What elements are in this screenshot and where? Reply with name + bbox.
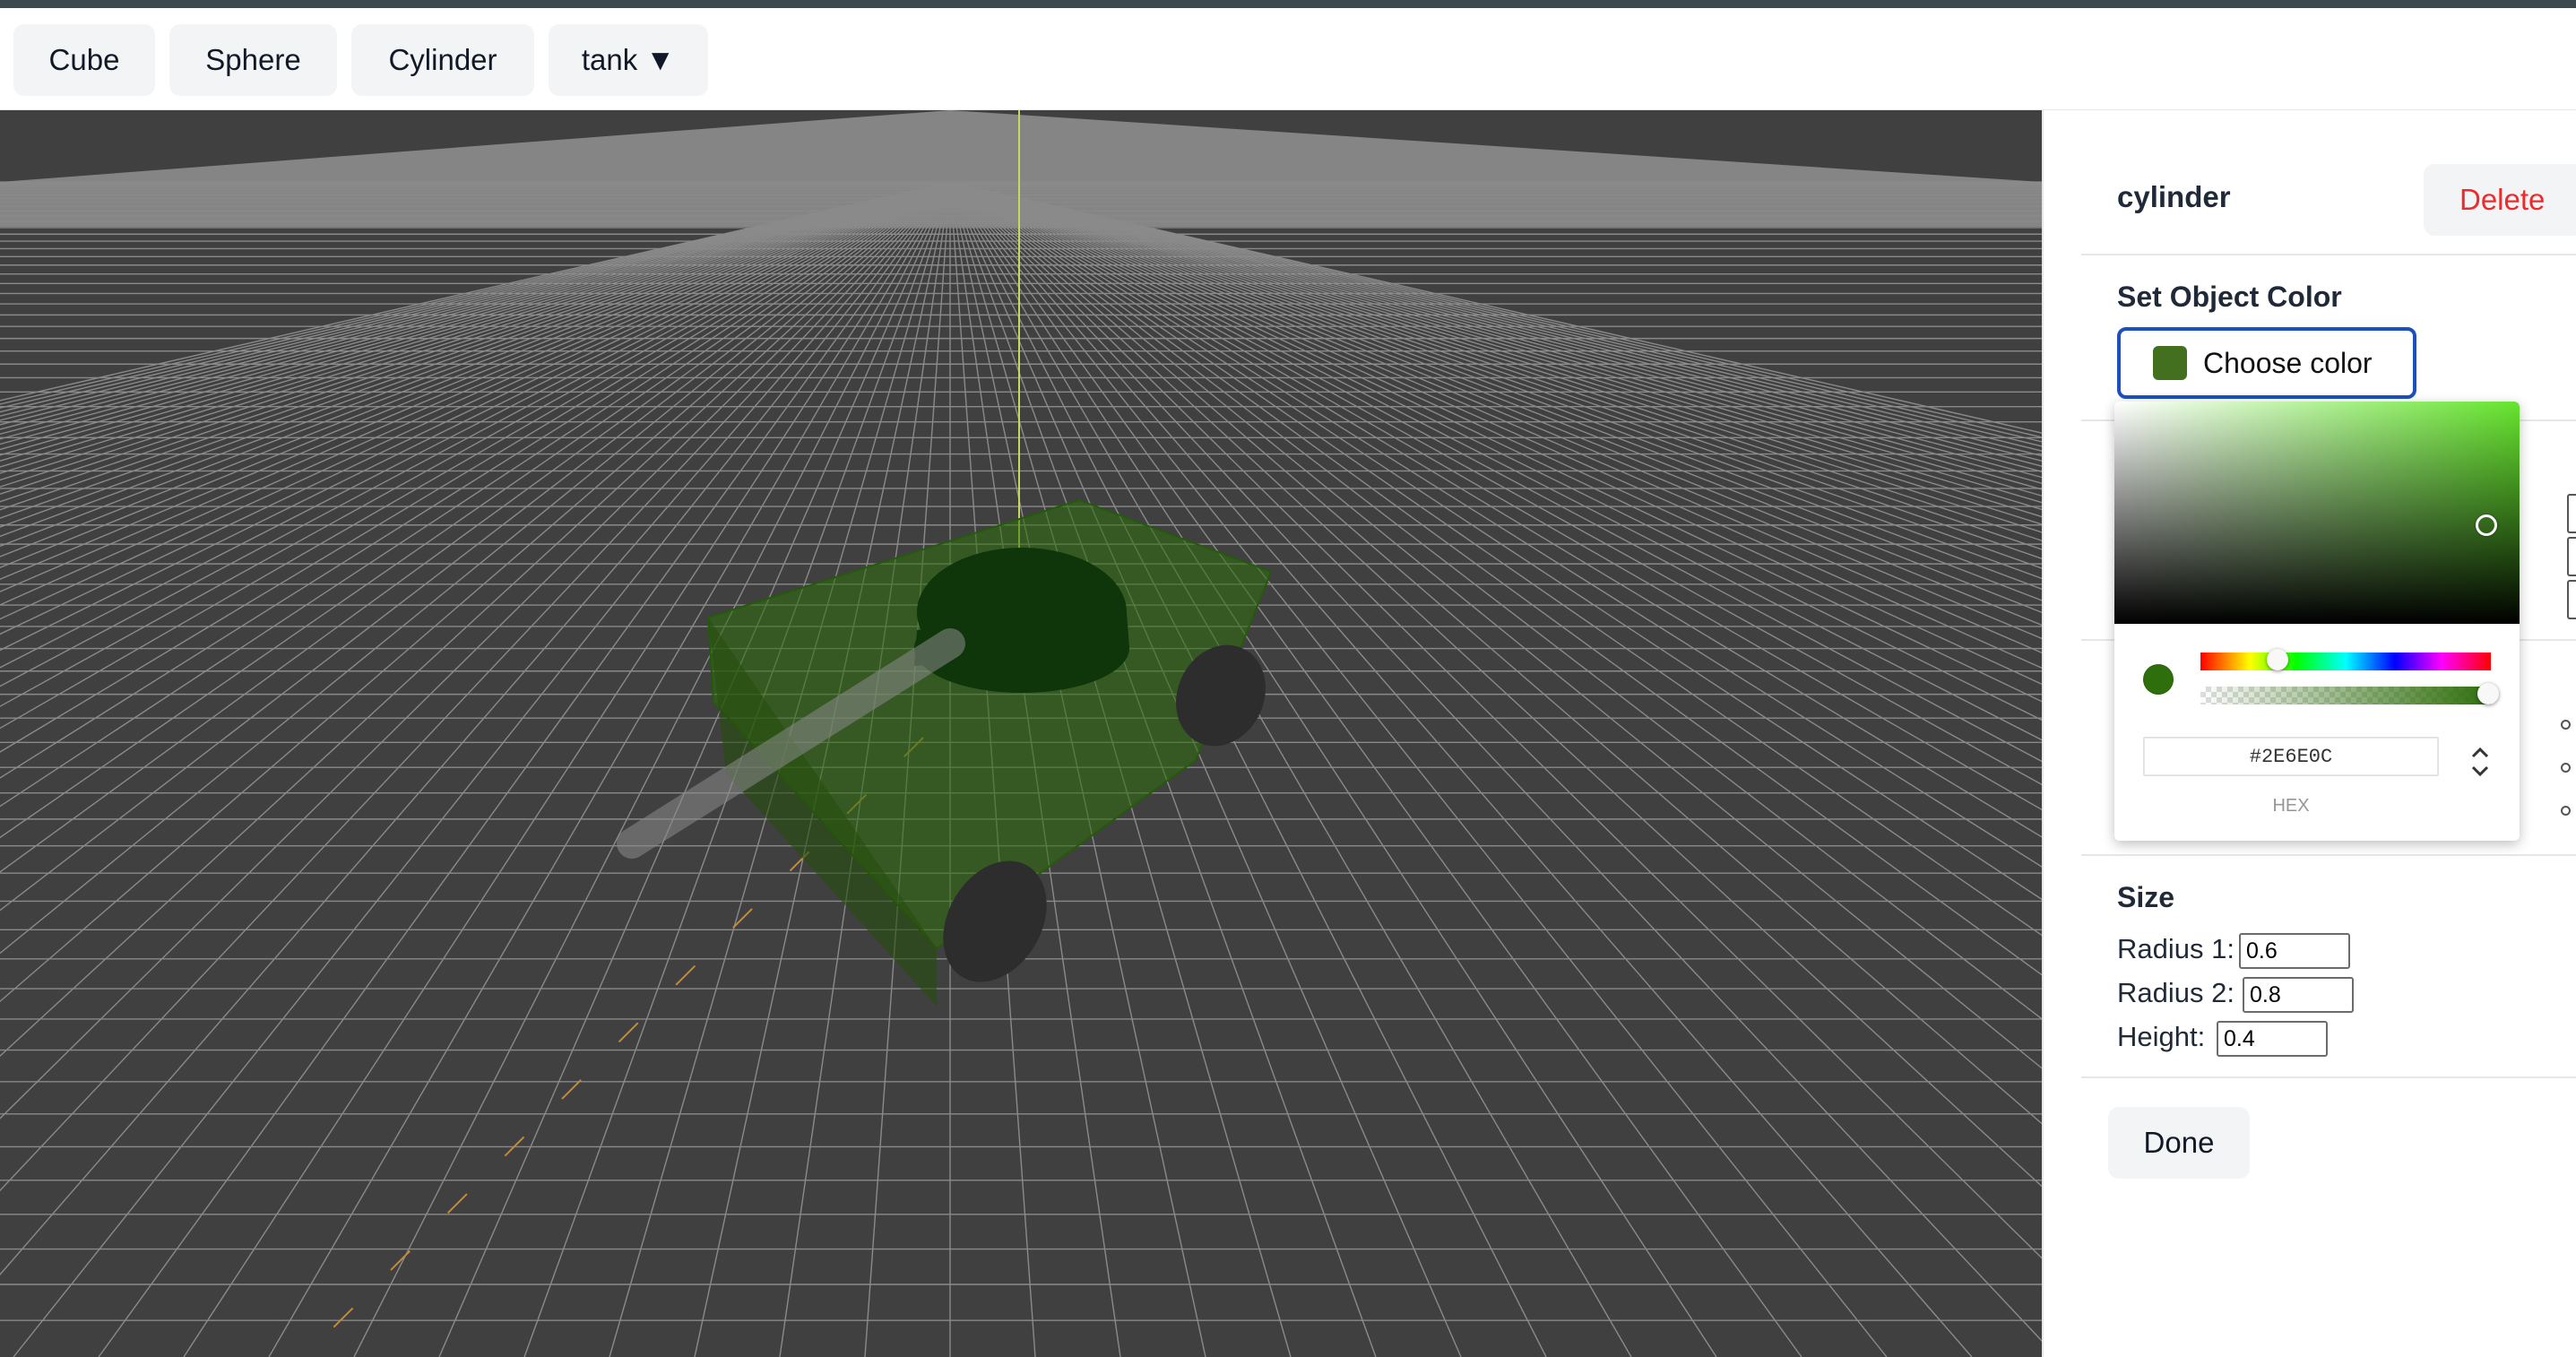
hex-label: HEX: [2272, 796, 2310, 816]
radius1-label: Radius 1:: [2117, 933, 2235, 964]
height-input[interactable]: 0.4: [2217, 1021, 2328, 1057]
hidden-input-edge[interactable]: [2567, 494, 2576, 533]
hue-slider-handle[interactable]: [2267, 649, 2288, 670]
height-label: Height:: [2117, 1021, 2206, 1052]
top-accent-bar: [0, 0, 2576, 8]
object-name: cylinder: [2117, 180, 2231, 213]
choose-color-button[interactable]: Choose color: [2117, 327, 2416, 399]
hidden-radio-edge[interactable]: [2561, 806, 2571, 816]
alpha-slider-handle[interactable]: [2477, 683, 2499, 704]
color-swatch: [2153, 346, 2187, 380]
3d-viewport[interactable]: [0, 110, 2042, 1357]
hue-slider[interactable]: [2200, 653, 2491, 670]
divider: [2081, 1076, 2576, 1078]
add-cylinder-button[interactable]: Cylinder: [351, 24, 534, 96]
color-section-title: Set Object Color: [2117, 281, 2342, 313]
preset-dropdown[interactable]: tank ▼: [549, 24, 708, 96]
delete-button[interactable]: Delete: [2424, 164, 2576, 236]
alpha-slider[interactable]: [2200, 687, 2491, 704]
hidden-input-edge[interactable]: [2567, 537, 2576, 576]
hidden-input-edge[interactable]: [2567, 580, 2576, 619]
hidden-radio-edge[interactable]: [2561, 720, 2571, 730]
add-cube-button[interactable]: Cube: [13, 24, 155, 96]
divider: [2081, 854, 2576, 856]
format-toggle-icon[interactable]: [2462, 740, 2498, 783]
done-button[interactable]: Done: [2108, 1107, 2250, 1179]
saturation-handle[interactable]: [2476, 514, 2497, 536]
add-sphere-button[interactable]: Sphere: [169, 24, 337, 96]
color-preview-dot: [2143, 664, 2174, 695]
saturation-area[interactable]: [2114, 402, 2520, 624]
toolbar: Cube Sphere Cylinder tank ▼: [0, 8, 2576, 111]
divider: [2081, 254, 2576, 255]
radius2-label: Radius 2:: [2117, 977, 2235, 1008]
radius1-input[interactable]: 0.6: [2239, 933, 2350, 969]
scene-canvas[interactable]: [0, 110, 2042, 1357]
radius2-input[interactable]: 0.8: [2243, 977, 2354, 1013]
hidden-radio-edge[interactable]: [2561, 763, 2571, 773]
hex-input[interactable]: #2E6E0C: [2143, 737, 2439, 776]
color-picker-popover[interactable]: #2E6E0C HEX: [2114, 402, 2520, 841]
size-section-title: Size: [2117, 881, 2175, 913]
choose-color-label: Choose color: [2203, 346, 2373, 379]
